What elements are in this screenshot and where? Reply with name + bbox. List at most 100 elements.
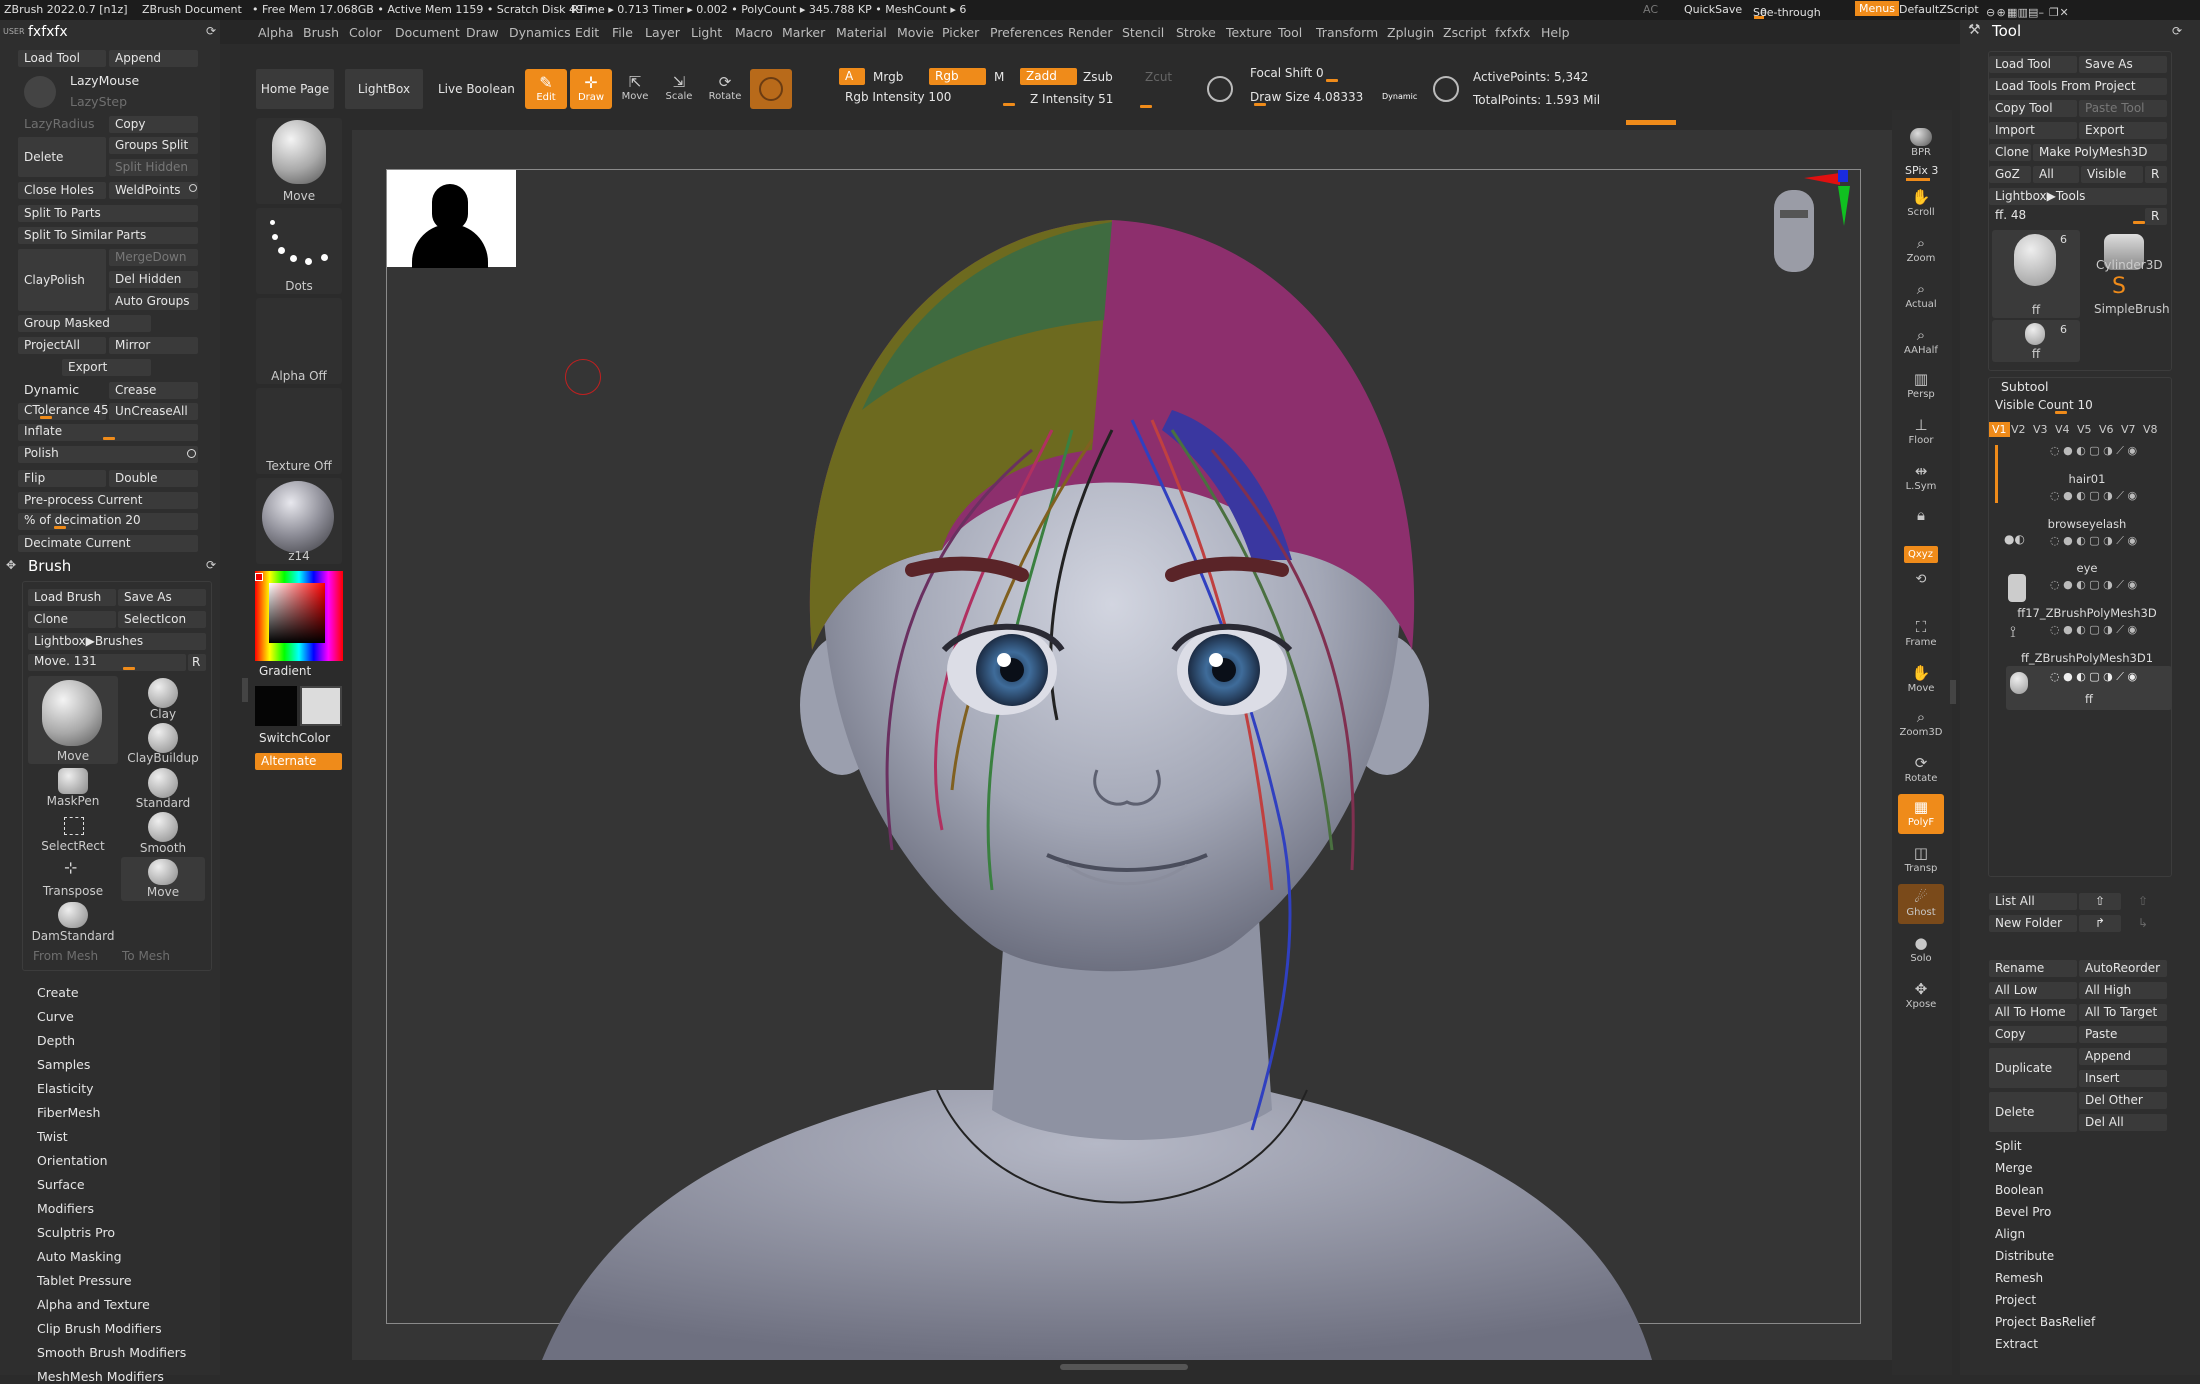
rename-button[interactable]: Rename [1989, 960, 2077, 977]
solo-button[interactable]: ● Solo [1898, 930, 1944, 970]
insert-button[interactable]: Insert [2079, 1070, 2167, 1087]
subtool-paste-button[interactable]: Paste [2079, 1026, 2167, 1043]
version-v8[interactable]: V8 [2143, 423, 2158, 436]
brush-refresh-icon[interactable]: ⟳ [206, 558, 216, 572]
menu-color[interactable]: Color [349, 25, 382, 40]
version-v3[interactable]: V3 [2033, 423, 2048, 436]
menus-button[interactable]: Menus [1855, 1, 1899, 16]
menu-movie[interactable]: Movie [897, 25, 934, 40]
menu-stencil[interactable]: Stencil [1122, 25, 1164, 40]
zsub-toggle[interactable]: Zsub [1083, 66, 1113, 88]
autoreorder-button[interactable]: AutoReorder [2079, 960, 2167, 977]
menu-dynamics[interactable]: Dynamics [509, 25, 571, 40]
menu-texture[interactable]: Texture [1226, 25, 1272, 40]
mergedown-button[interactable]: MergeDown [109, 249, 198, 266]
material-slot[interactable]: z14 [256, 478, 342, 564]
a-toggle[interactable]: A [839, 68, 865, 85]
undo-icon[interactable]: ⊖ [1986, 6, 1995, 19]
subtool-eye-row-1[interactable]: ◌ ● ◐ ▢ ◑ ⟋ ◉ [2050, 489, 2137, 503]
load-tools-project-button[interactable]: Load Tools From Project [1989, 78, 2167, 95]
scroll-button[interactable]: ✋ Scroll [1898, 184, 1944, 224]
copy-tool-button[interactable]: Copy Tool [1989, 100, 2077, 117]
menu-zplugin[interactable]: Zplugin [1387, 25, 1434, 40]
tool-thumb-2[interactable]: 6 ff [1992, 320, 2080, 362]
move-palette-icon[interactable]: ✥ [6, 558, 16, 572]
from-mesh-button[interactable]: From Mesh [33, 949, 98, 963]
subpalette-clip-brush[interactable]: Clip Brush Modifiers [37, 1321, 162, 1336]
copy-button[interactable]: Copy [109, 116, 198, 133]
brush-save-as-button[interactable]: Save As [118, 589, 206, 606]
color-saturation-square[interactable] [269, 583, 325, 643]
move-view-button[interactable]: ✋ Move [1898, 660, 1944, 700]
subtool-browseyelash[interactable]: browseyelash [2004, 517, 2170, 531]
version-v1[interactable]: V1 [1989, 422, 2010, 437]
rotate-view-button[interactable]: ⟳ Rotate [1898, 750, 1944, 790]
quicksave-button[interactable]: QuickSave [1684, 3, 1742, 16]
distribute-subpalette[interactable]: Distribute [1995, 1249, 2054, 1263]
aahalf-button[interactable]: ⌕ AAHalf [1898, 322, 1944, 362]
projectall-button[interactable]: ProjectAll [18, 337, 106, 354]
gradient-toggle[interactable]: Gradient [259, 664, 311, 678]
subtool-eye-row-5[interactable]: ◌ ● ◐ ▢ ◑ ⟋ ◉ [2050, 670, 2137, 684]
menu-marker[interactable]: Marker [782, 25, 825, 40]
menu-macro[interactable]: Macro [735, 25, 773, 40]
refresh-icon[interactable]: ⟳ [206, 24, 216, 38]
duplicate-button[interactable]: Duplicate [1989, 1048, 2077, 1088]
color-picker[interactable] [255, 571, 343, 661]
z-intensity-slider[interactable]: Z Intensity 51 [1024, 92, 1194, 109]
transp-button[interactable]: ◫ Transp [1898, 840, 1944, 880]
actual-button[interactable]: ⌕ Actual [1898, 276, 1944, 316]
menu-picker[interactable]: Picker [942, 25, 979, 40]
ghost-button[interactable]: ☄ Ghost [1898, 884, 1944, 924]
flip-button[interactable]: Flip [18, 470, 106, 487]
secondary-color-swatch[interactable] [300, 686, 342, 726]
visible-count-slider[interactable]: Visible Count 10 [1989, 398, 2167, 415]
subpalette-tablet-pressure[interactable]: Tablet Pressure [37, 1273, 132, 1288]
damstandard-brush-icon[interactable] [58, 902, 88, 928]
all-low-button[interactable]: All Low [1989, 982, 2077, 999]
all-high-button[interactable]: All High [2079, 982, 2167, 999]
tool-ff-slider[interactable]: ff. 48 [1989, 208, 2145, 225]
subpalette-samples[interactable]: Samples [37, 1057, 90, 1072]
align-subpalette[interactable]: Align [1995, 1227, 2025, 1241]
subtool-append-button[interactable]: Append [2079, 1048, 2167, 1065]
subpalette-surface[interactable]: Surface [37, 1177, 85, 1192]
subtool-hair01[interactable]: hair01 [2004, 472, 2170, 486]
menu-document[interactable]: Document [395, 25, 460, 40]
xpose-button[interactable]: ✥ Xpose [1898, 976, 1944, 1016]
subtool-title[interactable]: Subtool [2001, 379, 2048, 394]
tool-palette-title[interactable]: Tool [1992, 22, 2021, 44]
tool-ff-reset[interactable]: R [2145, 208, 2167, 225]
merge-subpalette[interactable]: Merge [1995, 1161, 2032, 1175]
subpalette-fibermesh[interactable]: FiberMesh [37, 1105, 100, 1120]
subtool-selected-row[interactable]: ◌ ● ◐ ▢ ◑ ⟋ ◉ ff [2006, 666, 2172, 710]
menu-layer[interactable]: Layer [645, 25, 680, 40]
inflate-slider[interactable]: Inflate [18, 424, 198, 441]
lazymouse-toggle[interactable]: LazyMouse [70, 73, 139, 88]
subpalette-modifiers[interactable]: Modifiers [37, 1201, 94, 1216]
floor-button[interactable]: ⊥ Floor [1898, 412, 1944, 452]
weldpoints-radio[interactable] [189, 184, 197, 192]
menu-tool[interactable]: Tool [1278, 25, 1302, 40]
split-similar-parts-button[interactable]: Split To Similar Parts [18, 227, 198, 244]
subtool-eye-row-0[interactable]: ◌ ● ◐ ▢ ◑ ⟋ ◉ [2050, 444, 2137, 458]
selectrect-brush-icon[interactable] [64, 817, 84, 835]
brush-palette-title[interactable]: Brush [28, 557, 71, 579]
layout-icon[interactable]: ▦ [2007, 6, 2017, 19]
simplebrush-tool-icon[interactable]: S [2112, 274, 2126, 299]
rotate-axis-buttons[interactable]: ⟲ [1898, 568, 1944, 604]
tool-palette-icon[interactable]: ⚒ [1968, 22, 1981, 38]
tool-clone-button[interactable]: Clone [1989, 144, 2031, 161]
minimize-icon[interactable]: – [2039, 6, 2045, 19]
goz-r-button[interactable]: R [2145, 166, 2167, 183]
tool-load-button[interactable]: Load Tool [1989, 56, 2077, 73]
draw-mode-button[interactable]: ✛ Draw [570, 69, 612, 109]
lazyradius-slider[interactable]: LazyRadius [24, 116, 95, 131]
restore-icon[interactable]: ❐ [2049, 6, 2059, 19]
alternate-button[interactable]: Alternate [255, 753, 342, 770]
dynamic-draw-size-toggle[interactable]: Dynamic [1382, 92, 1417, 101]
maskpen-brush-icon[interactable] [58, 768, 88, 794]
layout2-icon[interactable]: ▥ [2018, 6, 2028, 19]
uncreaseall-button[interactable]: UnCreaseAll [109, 403, 198, 420]
weldpoints-button[interactable]: WeldPoints [109, 182, 198, 199]
